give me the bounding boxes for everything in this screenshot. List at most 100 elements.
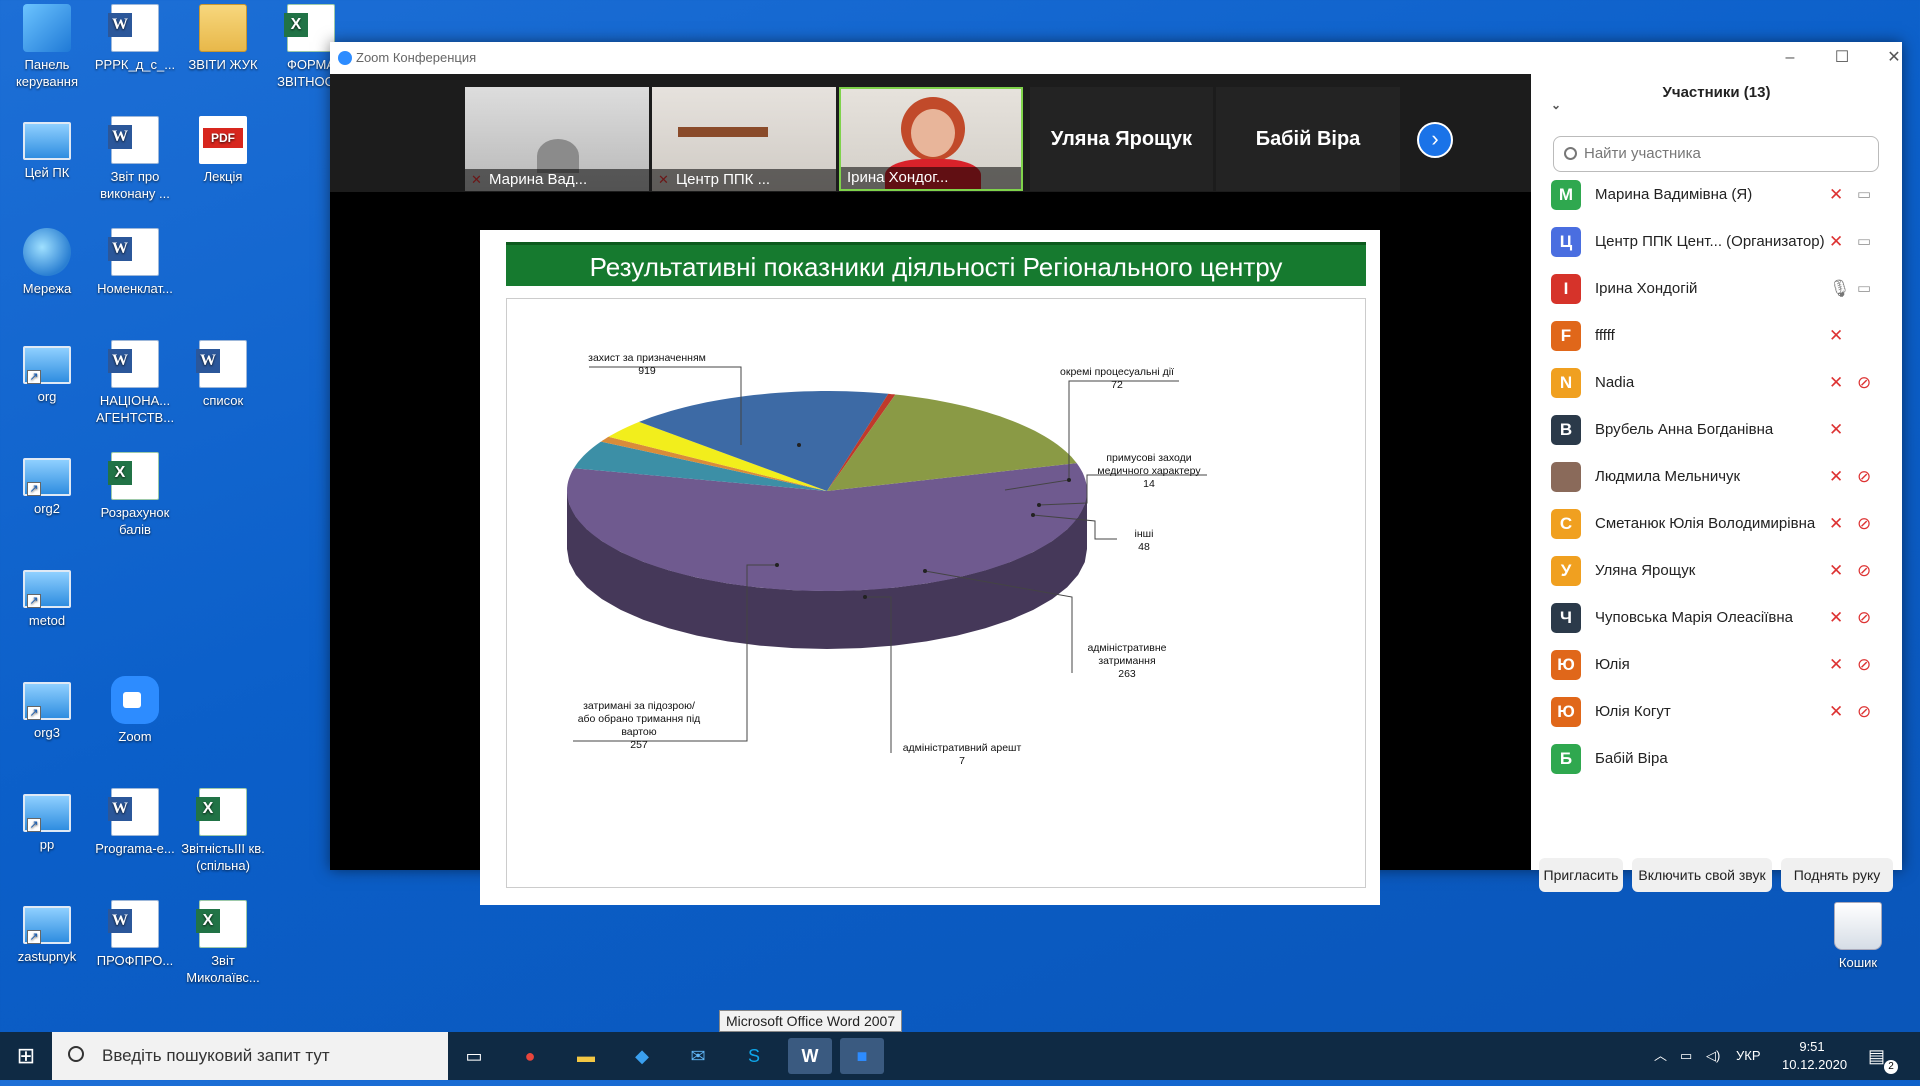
mic-muted-icon[interactable]: ✕ (1829, 561, 1843, 581)
participant-search-input[interactable]: Найти участника (1553, 136, 1879, 172)
participant-name: Врубель Анна Богданівна (1595, 421, 1774, 438)
unmute-button[interactable]: Включить свой звук (1632, 858, 1772, 892)
next-page-button[interactable]: › (1417, 122, 1453, 158)
collapse-chevron-icon[interactable]: ⌄ (1551, 86, 1561, 124)
video-off-icon[interactable]: ⊘ (1857, 373, 1871, 393)
desktop-icon[interactable]: ЗвітністьIII кв. (спільна) (178, 788, 268, 874)
mic-muted-icon[interactable]: ✕ (1829, 232, 1843, 252)
desktop-icon[interactable]: ↗ pp (2, 788, 92, 853)
tray-chevron-icon[interactable]: ︿ (1654, 1032, 1667, 1080)
video-off-icon[interactable]: ⊘ (1857, 655, 1871, 675)
desktop-icon[interactable]: Programa-e... (90, 788, 180, 857)
video-off-icon[interactable]: ⊘ (1857, 561, 1871, 581)
volume-tray-icon[interactable]: ◁) (1706, 1032, 1720, 1080)
pdf-icon (199, 116, 247, 164)
participant-avatar: С (1551, 509, 1581, 539)
store-icon[interactable]: ◆ (620, 1038, 664, 1074)
mic-icon[interactable]: 🎙 (1829, 279, 1851, 299)
video-off-icon[interactable]: ⊘ (1857, 467, 1871, 487)
mic-muted-icon[interactable]: ✕ (1829, 185, 1843, 205)
participant-row[interactable]: Ч Чуповська Марія Олеасіївна ✕ ⊘ (1531, 595, 1902, 642)
shortcut-arrow-icon: ↗ (27, 370, 41, 384)
participant-row[interactable]: В Врубель Анна Богданівна ✕ (1531, 407, 1902, 454)
desktop-icon[interactable]: ЗВІТИ ЖУК (178, 4, 268, 73)
video-thumb-3-active-speaker[interactable]: Ірина Хондог... (839, 87, 1023, 191)
participant-name: Чуповська Марія Олеасіївна (1595, 609, 1793, 626)
mail-icon[interactable]: ✉ (676, 1038, 720, 1074)
shortcut-arrow-icon: ↗ (27, 482, 41, 496)
mic-muted-icon[interactable]: ✕ (1829, 702, 1843, 722)
participant-row[interactable]: Ffffff ✕ (1531, 313, 1902, 360)
desktop-icon[interactable]: Звіт про виконану ... (90, 116, 180, 202)
skype-icon[interactable]: S (732, 1038, 776, 1074)
network-tray-icon[interactable]: ▭ (1680, 1032, 1692, 1080)
participant-row[interactable]: M Марина Вадимівна (Я) ✕ ▭ (1531, 172, 1902, 219)
word-doc-icon (108, 116, 159, 164)
name-tile[interactable]: Уляна Ярощук (1030, 87, 1213, 191)
search-icon (1564, 147, 1577, 160)
video-icon[interactable]: ▭ (1857, 279, 1871, 297)
desktop-icon[interactable]: Звіт Миколаївс... (178, 900, 268, 986)
participant-row[interactable]: Ю Юлія ✕ ⊘ (1531, 642, 1902, 689)
participant-row[interactable]: N Nadia ✕ ⊘ (1531, 360, 1902, 407)
desktop-icon[interactable]: Панель керування (2, 4, 92, 90)
zoom-taskbar-icon[interactable]: ■ (840, 1038, 884, 1074)
close-button[interactable]: ✕ (1876, 46, 1912, 70)
taskbar-search-placeholder: Введіть пошуковий запит тут (102, 1046, 330, 1065)
input-language[interactable]: УКР (1736, 1032, 1761, 1080)
desktop-icon[interactable]: список (178, 340, 268, 409)
video-off-icon[interactable]: ⊘ (1857, 702, 1871, 722)
video-thumb-1[interactable]: ✕ Марина Вад... (465, 87, 649, 191)
notifications-icon[interactable]: ▤ (1868, 1032, 1885, 1080)
video-thumb-2[interactable]: ✕ Центр ППК ... (652, 87, 836, 191)
mic-muted-icon[interactable]: ✕ (1829, 608, 1843, 628)
minimize-button[interactable]: – (1772, 46, 1808, 70)
participant-row[interactable]: Ц Центр ППК Цент... (Организатор) ✕ ▭ (1531, 219, 1902, 266)
name-tile[interactable]: Бабій Віра (1216, 87, 1400, 191)
participant-row[interactable]: С Сметанюк Юлія Володимирівна ✕ ⊘ (1531, 501, 1902, 548)
excel-doc-icon (196, 900, 247, 948)
mic-muted-icon[interactable]: ✕ (1829, 655, 1843, 675)
desktop-icon[interactable]: РРРК_д_с_... (90, 4, 180, 73)
participant-row[interactable]: Людмила Мельничук ✕ ⊘ (1531, 454, 1902, 501)
desktop-icon[interactable]: ↗ zastupnyk (2, 900, 92, 965)
mic-muted-icon[interactable]: ✕ (1829, 373, 1843, 393)
maximize-button[interactable]: ☐ (1824, 46, 1860, 70)
desktop-icon[interactable]: ↗ org2 (2, 452, 92, 517)
desktop-icon[interactable]: Лекція (178, 116, 268, 185)
start-button[interactable]: ⊞ (0, 1032, 52, 1080)
recycle-bin[interactable]: Кошик (1813, 902, 1903, 971)
desktop-icon[interactable]: Zoom (90, 676, 180, 745)
invite-button[interactable]: Пригласить (1539, 858, 1623, 892)
slice-value: 48 (1138, 541, 1150, 553)
desktop-icon[interactable]: ↗ org3 (2, 676, 92, 741)
mic-muted-icon[interactable]: ✕ (1829, 420, 1843, 440)
clock[interactable]: 9:51 10.12.2020 (1782, 1038, 1847, 1086)
video-icon[interactable]: ▭ (1857, 232, 1871, 250)
task-view-icon[interactable]: ▭ (452, 1038, 496, 1074)
raise-hand-button[interactable]: Поднять руку (1781, 858, 1893, 892)
video-off-icon[interactable]: ⊘ (1857, 514, 1871, 534)
video-off-icon[interactable]: ⊘ (1857, 608, 1871, 628)
desktop-icon[interactable]: НАЦІОНА... АГЕНТСТВ... (90, 340, 180, 426)
participant-row[interactable]: Б Бабій Віра (1531, 736, 1902, 783)
desktop-icon[interactable]: Номенклат... (90, 228, 180, 297)
desktop-icon[interactable]: ↗ org (2, 340, 92, 405)
file-explorer-icon[interactable]: ▬ (564, 1038, 608, 1074)
mic-muted-icon[interactable]: ✕ (1829, 514, 1843, 534)
recycle-bin-icon (1834, 902, 1882, 950)
desktop-icon[interactable]: ПРОФПРО... (90, 900, 180, 969)
participant-row[interactable]: І Ірина Хондогій 🎙 ▭ (1531, 266, 1902, 313)
video-icon[interactable]: ▭ (1857, 185, 1871, 203)
desktop-icon[interactable]: ↗ metod (2, 564, 92, 629)
desktop-icon[interactable]: Розрахунок балів (90, 452, 180, 538)
participant-row[interactable]: Ю Юлія Когут ✕ ⊘ (1531, 689, 1902, 736)
participant-row[interactable]: У Уляна Ярощук ✕ ⊘ (1531, 548, 1902, 595)
desktop-icon[interactable]: Цей ПК (2, 116, 92, 181)
chrome-icon[interactable]: ● (508, 1038, 552, 1074)
mic-muted-icon[interactable]: ✕ (1829, 467, 1843, 487)
mic-muted-icon[interactable]: ✕ (1829, 326, 1843, 346)
taskbar-search-box[interactable]: Введіть пошуковий запит тут (52, 1032, 448, 1080)
word-taskbar-icon[interactable]: W (788, 1038, 832, 1074)
desktop-icon[interactable]: Мережа (2, 228, 92, 297)
